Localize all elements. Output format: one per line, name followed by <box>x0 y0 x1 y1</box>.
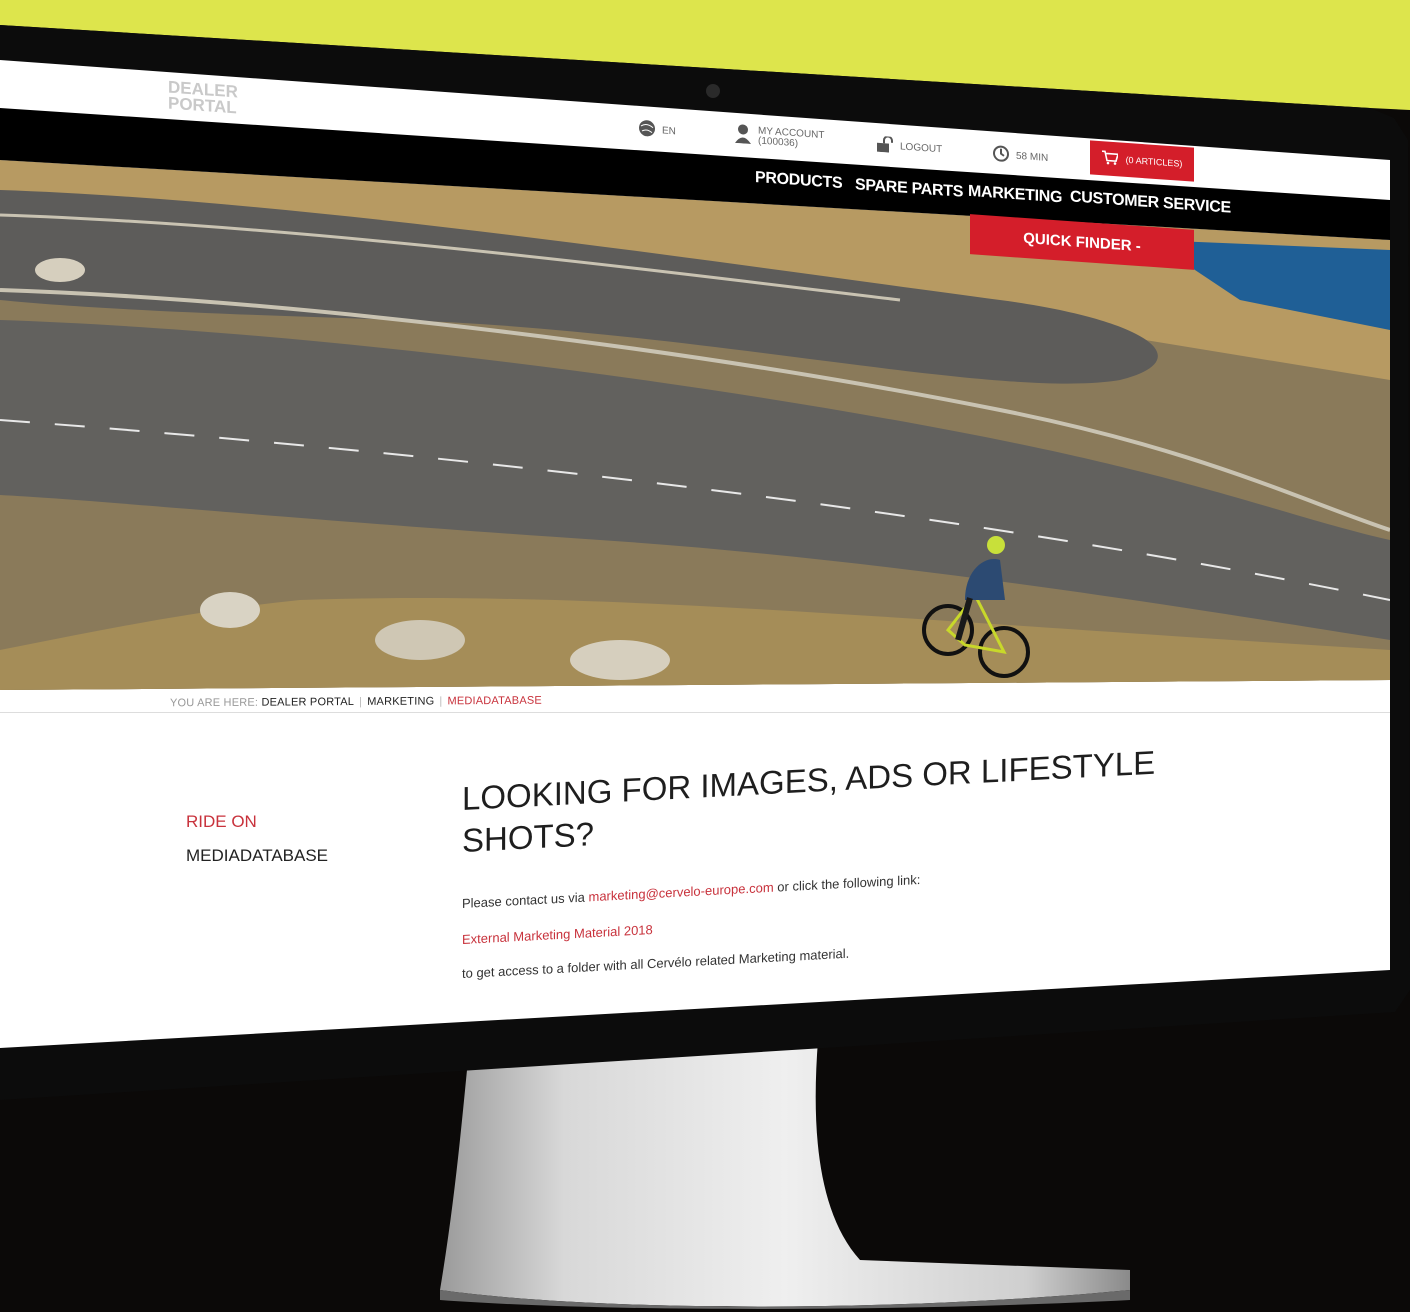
contact-prefix: Please contact us via <box>462 889 585 911</box>
logo[interactable]: DEALER PORTAL <box>168 78 238 118</box>
session-timer: 58 MIN <box>992 144 1048 169</box>
language-label: EN <box>662 125 676 138</box>
quick-finder-label: QUICK FINDER - <box>1023 229 1141 255</box>
breadcrumb: YOU ARE HERE: DEALER PORTAL | MARKETING | ME… <box>170 694 542 710</box>
breadcrumb-divider <box>0 712 1390 713</box>
contact-email-link[interactable]: marketing@cervelo-europe.com <box>588 880 773 905</box>
sidebar-item-mediadatabase[interactable]: MEDIADATABASE <box>186 846 328 866</box>
globe-icon <box>638 119 656 141</box>
language-selector[interactable]: EN <box>638 119 676 143</box>
sidebar-item-ride-on[interactable]: RIDE ON <box>186 812 257 832</box>
camera-dot <box>706 84 720 98</box>
footer-text: to get access to a folder with all Cervé… <box>462 945 850 981</box>
external-material-link[interactable]: External Marketing Material 2018 <box>462 922 653 947</box>
lock-icon <box>876 135 894 156</box>
session-time: 58 MIN <box>1016 150 1049 164</box>
cart-button[interactable]: (0 ARTICLES) <box>1090 140 1194 182</box>
user-icon <box>734 123 752 147</box>
breadcrumb-dealer-portal[interactable]: DEALER PORTAL <box>261 696 354 709</box>
contact-text: Please contact us via marketing@cervelo-… <box>462 872 920 911</box>
page-title: LOOKING FOR IMAGES, ADS OR LIFESTYLE SHO… <box>462 741 1162 862</box>
logo-line2: PORTAL <box>168 93 237 118</box>
breadcrumb-marketing[interactable]: MARKETING <box>367 695 434 707</box>
breadcrumb-prefix: YOU ARE HERE: <box>170 696 259 710</box>
clock-icon <box>992 144 1010 166</box>
breadcrumb-current: MEDIADATABASE <box>447 694 542 708</box>
logout-label: LOGOUT <box>900 141 943 156</box>
cart-label: (0 ARTICLES) <box>1125 154 1183 169</box>
contact-suffix: or click the following link: <box>777 871 921 895</box>
cart-icon <box>1101 150 1119 167</box>
